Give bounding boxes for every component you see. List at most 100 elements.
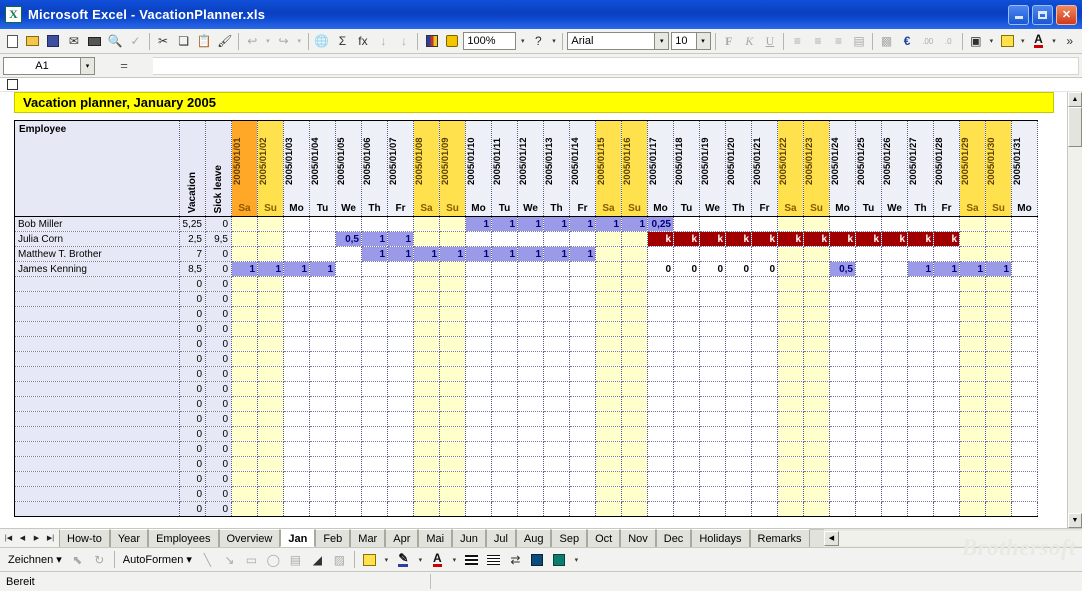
insert-picture-icon[interactable]: ▨ — [329, 549, 350, 570]
line-color-icon[interactable]: ✎ — [393, 549, 414, 570]
cell-day[interactable] — [491, 351, 518, 367]
cell-day[interactable] — [491, 231, 518, 247]
undo-icon[interactable]: ↩ — [242, 31, 263, 52]
table-row[interactable]: 00 — [14, 321, 1038, 337]
cell-day[interactable] — [621, 291, 648, 307]
cut-icon[interactable]: ✂ — [153, 31, 174, 52]
cell-day[interactable] — [283, 216, 310, 232]
cell-day[interactable] — [959, 321, 986, 337]
cell-day[interactable] — [543, 336, 570, 352]
cell-day[interactable] — [387, 396, 414, 412]
cell-day[interactable]: 1 — [309, 261, 336, 277]
cell-day[interactable] — [855, 441, 882, 457]
cell-day[interactable] — [387, 486, 414, 502]
cell-day[interactable] — [829, 351, 856, 367]
cell-day[interactable] — [517, 351, 544, 367]
cell-day[interactable] — [413, 306, 440, 322]
cell-day[interactable]: 1 — [361, 246, 388, 262]
cell-day[interactable] — [361, 411, 388, 427]
cell-day[interactable] — [725, 276, 752, 292]
cell-day[interactable] — [517, 261, 544, 277]
cell-sick-total[interactable]: 0 — [205, 336, 232, 352]
cell-day[interactable] — [309, 231, 336, 247]
cell-day[interactable] — [777, 261, 804, 277]
cell-day[interactable] — [309, 426, 336, 442]
percent-style-icon[interactable]: ▩ — [876, 31, 897, 52]
cell-day[interactable] — [673, 411, 700, 427]
cell-employee-name[interactable] — [14, 501, 180, 517]
cell-day[interactable] — [439, 276, 466, 292]
cell-day[interactable] — [829, 396, 856, 412]
cell-day[interactable] — [335, 426, 362, 442]
cell-day[interactable] — [491, 456, 518, 472]
cell-day[interactable] — [439, 381, 466, 397]
cell-day[interactable] — [569, 276, 596, 292]
cell-day[interactable] — [361, 396, 388, 412]
cell-day[interactable] — [465, 381, 492, 397]
hscroll-track[interactable] — [839, 530, 1082, 546]
cell-day[interactable] — [595, 366, 622, 382]
line-style-icon[interactable] — [461, 549, 482, 570]
cell-day[interactable] — [647, 276, 674, 292]
cell-day[interactable] — [1011, 306, 1038, 322]
cell-day[interactable] — [491, 441, 518, 457]
cell-day[interactable] — [257, 321, 284, 337]
cell-day[interactable] — [855, 351, 882, 367]
cell-day[interactable] — [699, 501, 726, 517]
table-row[interactable]: 00 — [14, 396, 1038, 412]
cell-day[interactable] — [985, 336, 1012, 352]
cell-day[interactable] — [439, 231, 466, 247]
new-document-icon[interactable] — [2, 31, 23, 52]
cell-day[interactable] — [465, 441, 492, 457]
cell-sick-total[interactable]: 0 — [205, 291, 232, 307]
cell-day[interactable]: 0 — [725, 261, 752, 277]
cell-sick-total[interactable]: 0 — [205, 321, 232, 337]
cell-day[interactable] — [335, 486, 362, 502]
cell-day[interactable] — [413, 366, 440, 382]
cell-day[interactable] — [465, 396, 492, 412]
cell-day[interactable]: k — [803, 231, 830, 247]
cell-day[interactable] — [985, 441, 1012, 457]
cell-day[interactable] — [309, 306, 336, 322]
cell-day[interactable] — [673, 381, 700, 397]
sheet-tab[interactable]: Jun — [452, 529, 486, 547]
cell-day[interactable] — [231, 486, 258, 502]
cell-day[interactable] — [517, 396, 544, 412]
cell-day[interactable] — [517, 486, 544, 502]
cell-day[interactable] — [491, 276, 518, 292]
draw-menu-button[interactable]: Zeichnen ▾ — [4, 553, 66, 567]
cell-vacation-total[interactable]: 0 — [179, 306, 206, 322]
sheet-tab[interactable]: Mai — [418, 529, 453, 547]
borders-dropdown-icon[interactable]: ▾ — [986, 31, 997, 52]
cell-day[interactable] — [647, 396, 674, 412]
cell-day[interactable] — [699, 351, 726, 367]
cell-vacation-total[interactable]: 5,25 — [179, 216, 206, 232]
cell-day[interactable] — [829, 291, 856, 307]
cell-day[interactable] — [959, 486, 986, 502]
cell-day[interactable] — [439, 441, 466, 457]
cell-day[interactable] — [855, 321, 882, 337]
cell-day[interactable] — [621, 396, 648, 412]
cell-day[interactable] — [751, 366, 778, 382]
cell-day[interactable] — [283, 381, 310, 397]
cell-day[interactable] — [439, 456, 466, 472]
cell-day[interactable] — [231, 471, 258, 487]
cell-vacation-total[interactable]: 0 — [179, 426, 206, 442]
cell-day[interactable] — [543, 501, 570, 517]
cell-day[interactable] — [543, 261, 570, 277]
cell-day[interactable] — [491, 426, 518, 442]
cell-day[interactable] — [413, 396, 440, 412]
cell-day[interactable] — [387, 471, 414, 487]
cell-day[interactable] — [569, 501, 596, 517]
cell-day[interactable] — [283, 396, 310, 412]
cell-day[interactable] — [803, 441, 830, 457]
cell-day[interactable] — [439, 351, 466, 367]
cell-day[interactable] — [387, 276, 414, 292]
cell-day[interactable] — [231, 381, 258, 397]
cell-day[interactable]: 0 — [673, 261, 700, 277]
cell-day[interactable] — [517, 276, 544, 292]
cell-day[interactable] — [595, 306, 622, 322]
cell-day[interactable] — [647, 381, 674, 397]
cell-day[interactable] — [647, 441, 674, 457]
cell-day[interactable] — [751, 411, 778, 427]
